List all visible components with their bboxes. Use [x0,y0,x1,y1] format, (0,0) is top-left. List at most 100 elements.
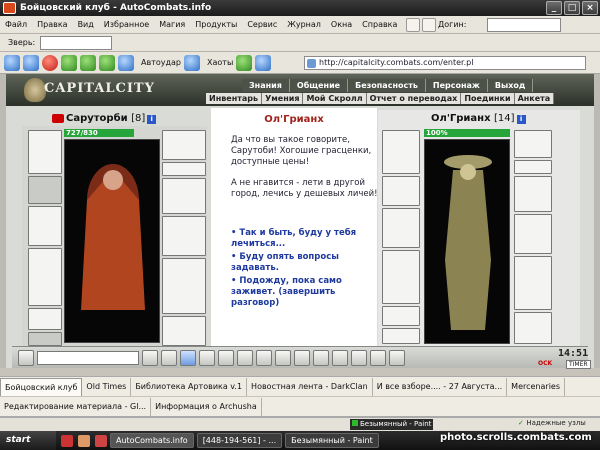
people-icon[interactable] [332,349,348,366]
beast-select[interactable] [40,36,112,50]
exit-game-icon[interactable] [389,349,405,366]
quicklaunch-icon-2[interactable] [78,434,90,447]
nav-security[interactable]: Безопасность [348,79,426,92]
forward-icon[interactable] [23,54,39,71]
start-button[interactable]: start [0,431,56,450]
address-bar[interactable]: http://capitalcity.combats.com/enter.pl [304,56,586,70]
haoty-icon[interactable] [184,54,200,71]
menu-help[interactable]: Справка [357,20,402,29]
clear-icon[interactable] [161,349,177,366]
nav-skills[interactable]: Умения [262,93,304,104]
back-icon[interactable] [4,54,20,71]
player-name[interactable]: Саруторби [8] i [66,113,157,124]
filter-icon[interactable] [255,54,272,71]
home-nav-icon[interactable] [80,54,96,71]
pants-slot[interactable] [162,258,206,314]
haoty-button[interactable]: Хаоты [207,58,233,67]
quicklaunch-icon[interactable] [61,434,73,447]
npc-name[interactable]: Ол'Грианх [14] i [431,113,526,124]
status-bar [0,417,600,431]
menu-service[interactable]: Сервис [242,20,282,29]
right-scroll-edge[interactable] [594,74,600,368]
app-icon [3,2,16,14]
nav-communication[interactable]: Общение [289,79,349,92]
task-autocombats[interactable]: AutoCombats.info [110,433,194,448]
menu-journal[interactable]: Журнал [282,20,326,29]
tab-i-vse[interactable]: И все взборе.... - 27 Августа... [373,377,508,396]
gloves-slot[interactable] [162,178,206,214]
menu-windows[interactable]: Окна [326,20,357,29]
transfer-icon[interactable] [294,349,310,366]
armor-slot[interactable] [28,248,62,306]
choice-heal[interactable]: • Так и быть, буду у тебя лечиться... [231,228,381,250]
login-field[interactable] [487,18,561,32]
sound-chat-icon[interactable] [275,349,291,366]
tab-fight-club[interactable]: Бойцовский клуб [0,377,83,396]
ring-slot[interactable] [162,162,206,176]
nav-scroll[interactable]: Мой Скролл [303,93,367,104]
dialog-panel: Ол'Грианх Да что вы такое говорите, Сару… [211,108,378,348]
timer-button[interactable]: TIMER [566,360,591,369]
nav-duels[interactable]: Поединки [461,93,515,104]
tab-old-times[interactable]: Old Times [82,377,132,396]
menu-file[interactable]: Файл [0,20,32,29]
autoudar-button[interactable]: Автоудар [141,58,181,67]
sound-icon[interactable] [236,54,253,71]
smile-icon[interactable] [256,349,272,366]
tab-news[interactable]: Новостная лента - DarkClan [247,377,373,396]
nav-profile[interactable]: Анкета [514,93,555,104]
info-icon[interactable]: i [516,115,526,124]
magic-icon[interactable] [422,17,437,32]
nav-knowledge[interactable]: Знания [242,79,290,92]
belt-slot[interactable] [28,308,62,330]
home-icon[interactable] [406,17,421,32]
task-icq[interactable]: [448-194-561] - ... [196,433,283,448]
save-icon[interactable] [99,54,115,71]
tab-row-2: Редактирование материала - Gl... Информа… [0,397,600,417]
bracer-slot[interactable] [28,176,62,204]
stop-icon[interactable] [42,54,58,71]
nav-character[interactable]: Персонаж [425,79,488,92]
earring-slot[interactable] [162,130,206,160]
menu-favorites[interactable]: Избранное [99,20,154,29]
helmet-slot[interactable] [28,130,62,174]
mail-icon[interactable] [313,349,329,366]
minimize-button[interactable]: _ [546,1,562,15]
menu-edit[interactable]: Правка [32,20,72,29]
tools-icon[interactable] [118,54,134,71]
tab-library[interactable]: Библиотека Артовика v.1 [131,377,248,396]
send-icon[interactable] [142,349,158,366]
info-icon[interactable]: i [147,115,157,124]
chat-icon[interactable] [18,349,34,366]
menu-view[interactable]: Вид [73,20,99,29]
task-paint[interactable]: Безымянный - Paint [285,433,379,448]
npc-avatar [424,139,510,344]
tab-mercenaries[interactable]: Mercenaries [507,377,566,396]
npc-earring-slot [514,130,552,158]
quicklaunch-icon-3[interactable] [95,434,107,447]
flag-icon[interactable] [370,349,386,366]
refresh-icon[interactable] [61,54,77,71]
ignore-icon[interactable] [237,349,253,366]
filter-chat-icon[interactable] [180,349,196,366]
close-button[interactable]: × [582,1,598,15]
tab-edit-material[interactable]: Редактирование материала - Gl... [0,397,152,416]
nav-transfers[interactable]: Отчет о переводах [366,93,462,104]
sysmsg-icon[interactable] [199,349,215,366]
pocket-slot[interactable] [28,332,62,346]
weapon-slot[interactable] [28,206,62,246]
choice-wait[interactable]: • Подожду, пока само заживет. (завершить… [231,276,381,309]
private-icon[interactable] [218,349,234,366]
tab-archusha-info[interactable]: Информация о Archusha [151,397,262,416]
boots-slot[interactable] [162,316,206,346]
chat-input[interactable] [37,350,139,365]
nav-exit[interactable]: Выход [487,79,534,92]
fight-icon[interactable] [351,349,367,366]
shield-slot[interactable] [162,216,206,256]
nav-inventory[interactable]: Инвентарь [206,93,263,104]
menu-magic[interactable]: Магия [154,20,190,29]
menu-products[interactable]: Продукты [190,20,242,29]
maximize-button[interactable]: □ [564,1,580,15]
npc-helmet-slot [382,130,420,174]
choice-questions[interactable]: • Буду опять вопросы задавать. [231,252,381,274]
